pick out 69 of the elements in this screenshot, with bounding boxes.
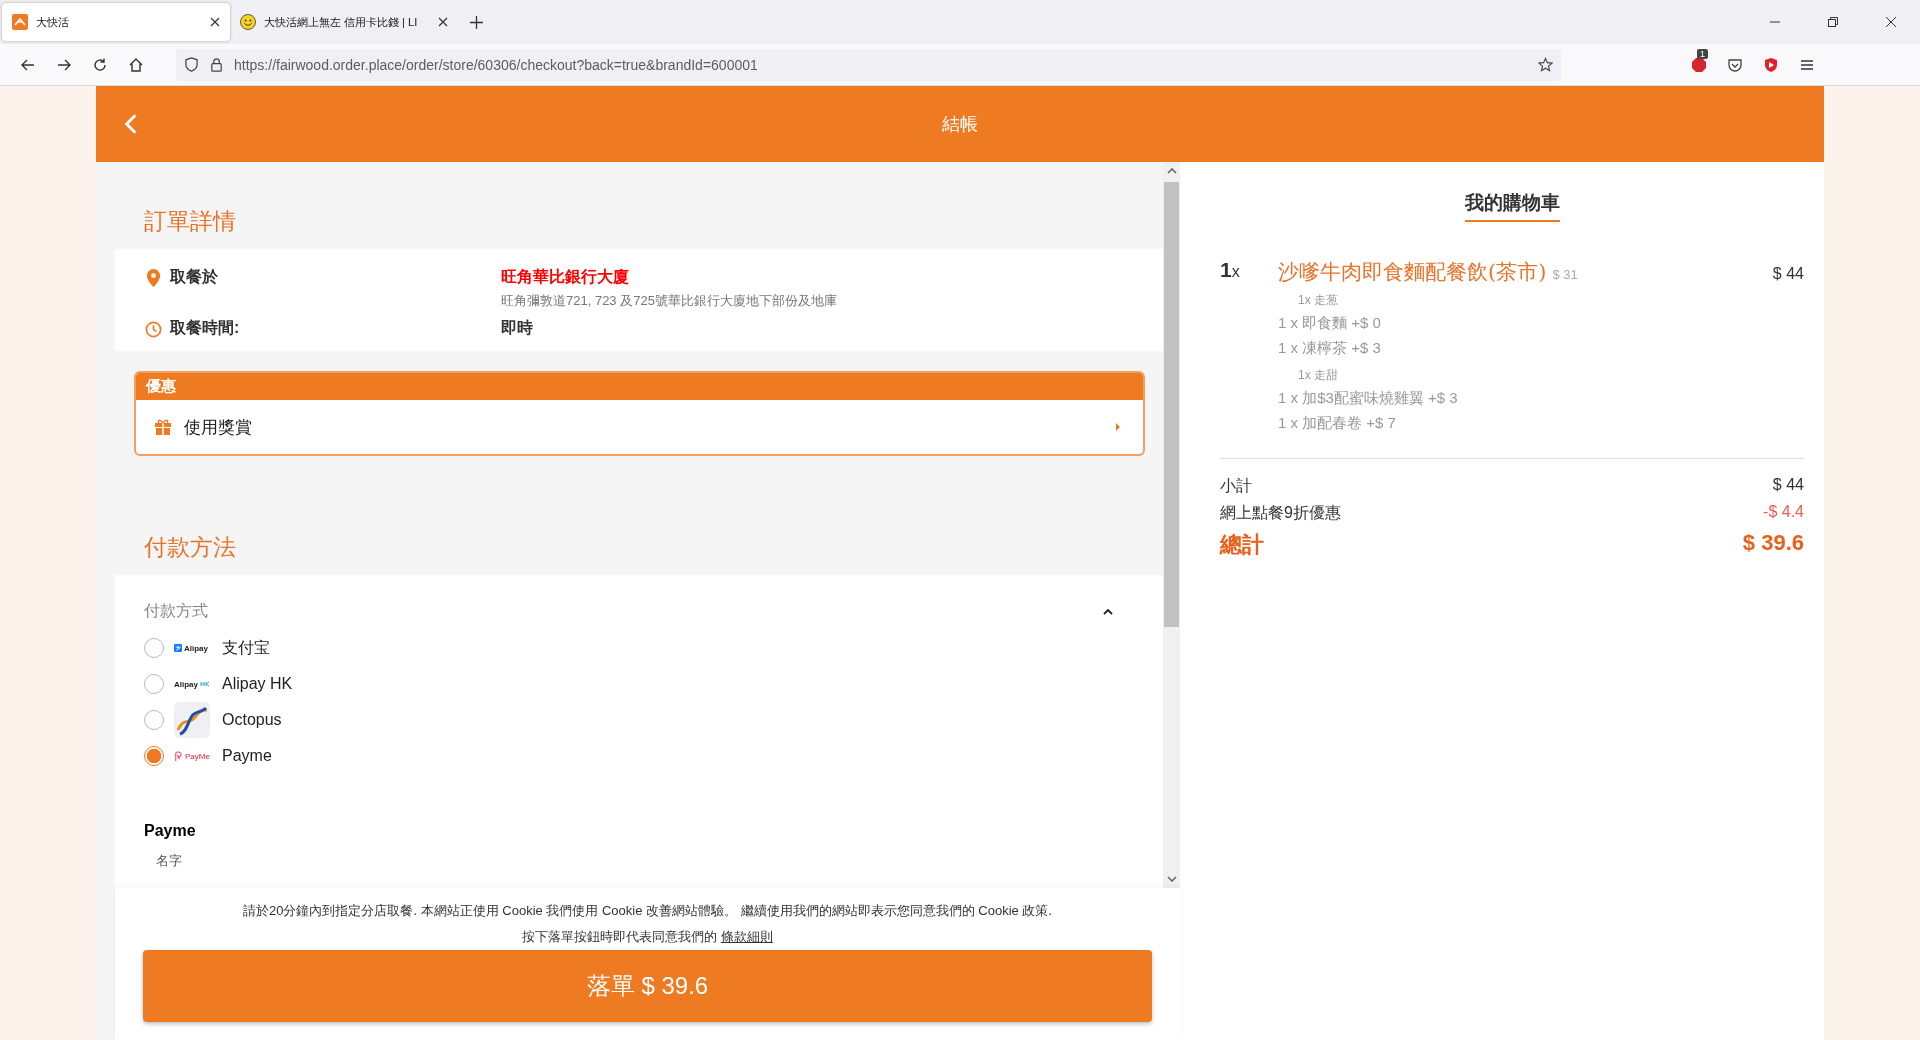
store-name: 旺角華比銀行大廈 <box>501 267 630 287</box>
store-address: 旺角彌敦道721, 723 及725號華比銀行大廈地下部份及地庫 <box>501 292 837 310</box>
item-option: 1 x 凍檸茶 +$ 3 <box>1278 336 1804 361</box>
site-icon <box>12 14 28 30</box>
item-name: 沙嗲牛肉即食麵配餐飲(茶市) <box>1278 259 1547 286</box>
gift-icon <box>154 418 172 436</box>
payment-option-label: Alipay HK <box>222 675 293 693</box>
smiley-icon <box>240 14 256 30</box>
discount-value: -$ 4.4 <box>1763 503 1804 522</box>
scrollbar-thumb[interactable] <box>1164 182 1179 627</box>
pickup-time-value: 即時 <box>501 318 533 338</box>
cookie-notice: 請於20分鐘內到指定分店取餐. 本網站正使用 Cookie 我們使用 Cookie 改善網站體驗。 繼續使用我們的網站即表示您同意我們的 Cookie 政策. <box>242 902 1053 920</box>
item-note: 1x 走甜 <box>1297 367 1339 384</box>
address-bar[interactable]: https://fairwood.order.place/order/store/60306/checkout?back=true&brandId=600001 <box>176 48 1561 81</box>
payment-option-label: Payme <box>222 747 272 765</box>
item-option: 1 x 加配春卷 +$ 7 <box>1278 411 1804 436</box>
section-heading: 付款方法 <box>144 533 237 562</box>
lock-icon <box>209 57 224 72</box>
logo-text: Alipay <box>184 643 208 653</box>
scroll-up-icon[interactable] <box>1166 168 1177 174</box>
home-icon[interactable] <box>128 56 144 73</box>
pickup-location-label: 取餐於 <box>170 267 218 287</box>
promo-title: 優惠 <box>146 377 176 394</box>
total-value: $ 39.6 <box>1742 530 1804 557</box>
payment-method-label: 付款方式 <box>144 601 208 621</box>
use-rewards-row[interactable]: 使用獎賞 <box>136 400 1143 454</box>
new-tab-icon[interactable] <box>470 15 483 29</box>
location-pin-icon <box>145 269 162 288</box>
stop-sign-icon[interactable] <box>1691 56 1707 73</box>
collapse-icon[interactable] <box>1103 608 1113 615</box>
subtotal-label: 小計 <box>1220 476 1252 496</box>
close-icon[interactable] <box>438 17 448 27</box>
unit-price: $ 31 <box>1552 267 1578 282</box>
logo-text: Alipay <box>174 679 198 689</box>
scroll-down-icon[interactable] <box>1166 876 1177 882</box>
cart-title: 我的購物車 <box>1464 190 1560 222</box>
section-heading: 訂單詳情 <box>144 207 237 236</box>
radio-button[interactable] <box>144 746 164 766</box>
payment-option-label: 支付宝 <box>222 637 270 658</box>
clock-icon <box>145 320 162 339</box>
terms-link[interactable]: 條款細則 <box>720 929 773 944</box>
close-icon[interactable] <box>1885 16 1897 28</box>
payment-section-title: Payme <box>144 822 197 840</box>
logo-text: PayMe <box>185 751 210 761</box>
payment-option-label: Octopus <box>222 711 282 729</box>
browser-tab[interactable]: 大快活 <box>2 3 230 41</box>
total-label: 總計 <box>1220 531 1264 559</box>
item-option: 1 x 即食麵 +$ 0 <box>1278 311 1804 336</box>
star-icon[interactable] <box>1538 57 1553 72</box>
browser-tab[interactable]: 大快活網上無左 信用卡比錢 | LI <box>230 3 458 41</box>
pocket-icon[interactable] <box>1727 56 1743 73</box>
reload-icon[interactable] <box>92 56 108 73</box>
page-title: 結帳 <box>942 113 978 136</box>
item-note: 1x 走葱 <box>1297 292 1339 309</box>
extension-badge: 1 <box>1697 48 1708 59</box>
shield-icon[interactable] <box>1763 56 1779 73</box>
item-option: 1 x 加$3配蜜味燒雞翼 +$ 3 <box>1278 386 1804 411</box>
subtotal-value: $ 44 <box>1772 476 1804 495</box>
close-icon[interactable] <box>210 17 220 27</box>
field-label: 名字 <box>156 852 183 870</box>
terms-text: 按下落單按鈕時即代表同意我們的 <box>522 929 718 944</box>
shield-icon <box>184 57 199 72</box>
chevron-right-icon <box>1115 423 1121 431</box>
item-quantity: 1x <box>1220 258 1241 283</box>
discount-label: 網上點餐9折優惠 <box>1220 503 1341 523</box>
pickup-time-label: 取餐時間: <box>170 318 240 338</box>
restore-icon[interactable] <box>1827 16 1839 28</box>
item-total: $ 44 <box>1772 265 1804 283</box>
scrollbar[interactable] <box>1163 162 1180 888</box>
